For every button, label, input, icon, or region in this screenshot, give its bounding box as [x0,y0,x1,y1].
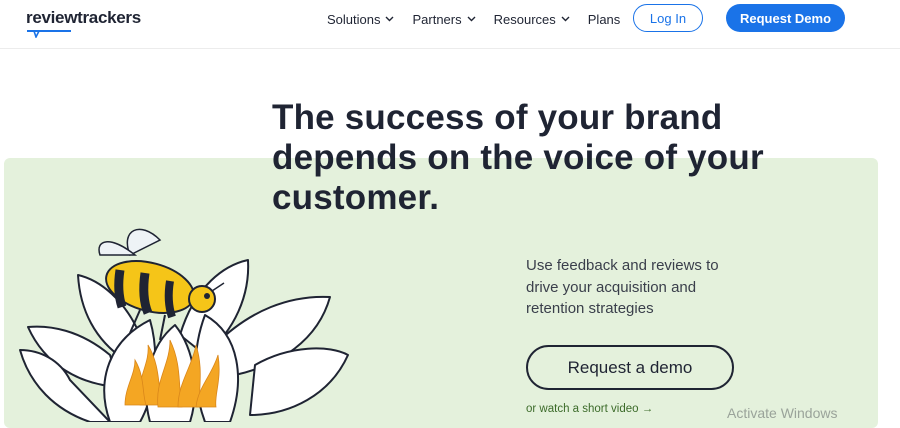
nav-resources[interactable]: Resources [494,12,570,27]
headline-line-1: The success of your brand [272,98,723,137]
nav-solutions-label: Solutions [327,11,381,27]
nav-partners[interactable]: Partners [412,11,476,27]
chevron-down-icon [561,16,570,22]
site-header: reviewtrackers Solutions Partners Resour… [0,0,900,49]
bee-on-flower-illustration [19,228,349,422]
headline-line-2: depends on the voice of your [272,138,764,177]
hero-subtext: Use feedback and reviews to drive your a… [526,255,756,320]
headline-line-3: customer. [272,178,440,217]
hero-headline: The success of your brand depends on the… [272,98,832,218]
nav-plans[interactable]: Plans [588,12,621,27]
chevron-down-icon [385,16,394,22]
nav-partners-label: Partners [412,11,462,27]
main-nav: Solutions Partners Resources Plans [327,0,620,38]
request-demo-button[interactable]: Request Demo [726,4,845,32]
nav-resources-label: Resources [493,11,556,27]
request-a-demo-button[interactable]: Request a demo [526,345,734,390]
watch-video-link[interactable]: or watch a short video → [526,403,653,415]
subtext-line-2: drive your acquisition and [526,278,697,296]
nav-plans-label: Plans [587,11,621,27]
activate-windows-watermark: Activate Windows [727,405,838,421]
chevron-down-icon [467,16,476,22]
subtext-line-3: retention strategies [526,300,654,317]
logo-speech-icon [27,30,71,38]
login-button[interactable]: Log In [633,4,703,32]
logo[interactable]: reviewtrackers [26,8,141,28]
nav-solutions[interactable]: Solutions [327,12,394,27]
subtext-line-1: Use feedback and reviews to [526,257,719,274]
